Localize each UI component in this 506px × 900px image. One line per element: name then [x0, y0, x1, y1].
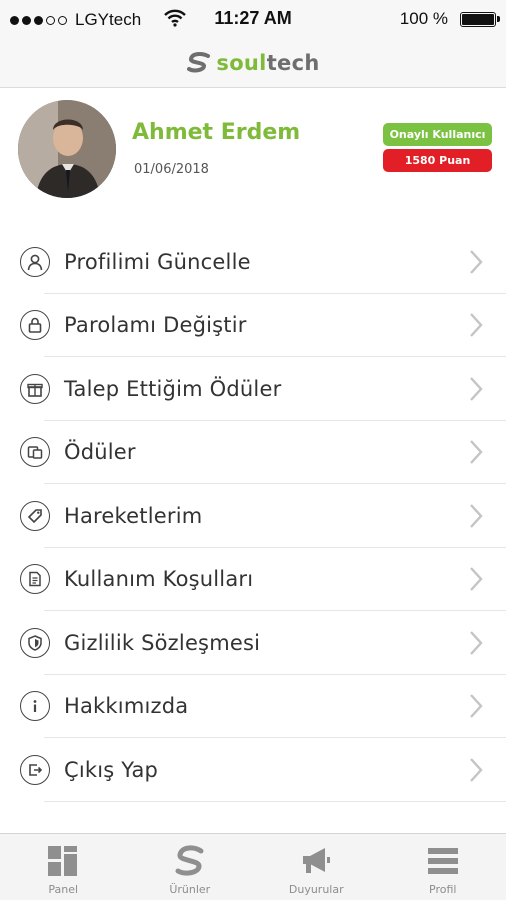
chevron-right-icon — [470, 313, 483, 338]
menu-item-label: Talep Ettiğim Ödüler — [64, 376, 282, 401]
tab-products[interactable]: Ürünler — [127, 834, 254, 900]
avatar[interactable] — [18, 100, 116, 198]
tab-label: Profil — [429, 883, 457, 896]
tag-icon — [20, 500, 50, 531]
chevron-right-icon — [470, 249, 483, 274]
shield-icon — [20, 627, 50, 658]
status-bar: LGYtech 11:27 AM 100 % — [0, 0, 506, 38]
tab-panel[interactable]: Panel — [0, 834, 127, 900]
menu-item-transactions[interactable]: Hareketlerim — [0, 484, 506, 548]
chevron-right-icon — [470, 376, 483, 401]
info-icon — [20, 691, 50, 722]
menu-item-label: Hakkımızda — [64, 694, 189, 719]
menu-item-requested-rewards[interactable]: Talep Ettiğim Ödüler — [0, 357, 506, 421]
brand-name: soultech — [216, 50, 320, 75]
chevron-right-icon — [470, 567, 483, 592]
chevron-right-icon — [470, 440, 483, 465]
menu-item-label: Ödüler — [64, 440, 136, 465]
panel-icon — [48, 846, 78, 876]
menu-item-about-us[interactable]: Hakkımızda — [0, 675, 506, 738]
tab-label: Panel — [48, 883, 79, 896]
menu-item-label: Profilimi Güncelle — [64, 249, 251, 274]
menu-item-label: Kullanım Koşulları — [64, 567, 254, 592]
divider — [44, 800, 506, 802]
lock-icon — [20, 310, 50, 341]
soultech-logo-icon — [187, 51, 211, 72]
battery-percent: 100 % — [399, 9, 448, 28]
logout-icon — [20, 754, 50, 785]
chevron-right-icon — [470, 630, 483, 655]
chevron-right-icon — [470, 757, 483, 782]
document-icon — [20, 564, 50, 595]
menu-item-label: Parolamı Değiştir — [64, 313, 247, 338]
profile-summary: Ahmet Erdem 01/06/2018 Onaylı Kullanıcı … — [0, 90, 506, 210]
approved-user-badge: Onaylı Kullanıcı — [383, 123, 492, 146]
profile-menu: Profilimi Güncelle Parolamı Değiştir Tal… — [0, 230, 506, 802]
menu-item-change-password[interactable]: Parolamı Değiştir — [0, 294, 506, 357]
user-icon — [20, 246, 50, 277]
products-icon — [175, 845, 204, 876]
tab-announcements[interactable]: Duyurular — [253, 834, 380, 900]
menu-item-privacy-policy[interactable]: Gizlilik Sözleşmesi — [0, 611, 506, 675]
points-badge: 1580 Puan — [383, 149, 492, 172]
menu-item-update-profile[interactable]: Profilimi Güncelle — [0, 230, 506, 294]
tab-label: Ürünler — [169, 883, 211, 896]
menu-item-label: Hareketlerim — [64, 503, 203, 528]
menu-icon — [427, 848, 458, 874]
tab-label: Duyurular — [288, 883, 344, 896]
rewards-icon — [20, 437, 50, 468]
tab-profile[interactable]: Profil — [380, 834, 506, 900]
app-header: soultech — [0, 38, 506, 88]
user-date: 01/06/2018 — [134, 162, 209, 177]
menu-item-label: Çıkış Yap — [64, 757, 159, 782]
user-name: Ahmet Erdem — [132, 120, 301, 145]
menu-item-logout[interactable]: Çıkış Yap — [0, 738, 506, 802]
chevron-right-icon — [470, 503, 483, 528]
megaphone-icon — [303, 848, 331, 873]
menu-item-label: Gizlilik Sözleşmesi — [64, 630, 261, 655]
battery-icon — [460, 12, 500, 27]
menu-item-rewards[interactable]: Ödüler — [0, 421, 506, 484]
gift-icon — [20, 373, 50, 404]
menu-item-terms-of-use[interactable]: Kullanım Koşulları — [0, 548, 506, 611]
chevron-right-icon — [470, 694, 483, 719]
tab-bar: Panel Ürünler Duyurular Profil — [0, 833, 506, 900]
